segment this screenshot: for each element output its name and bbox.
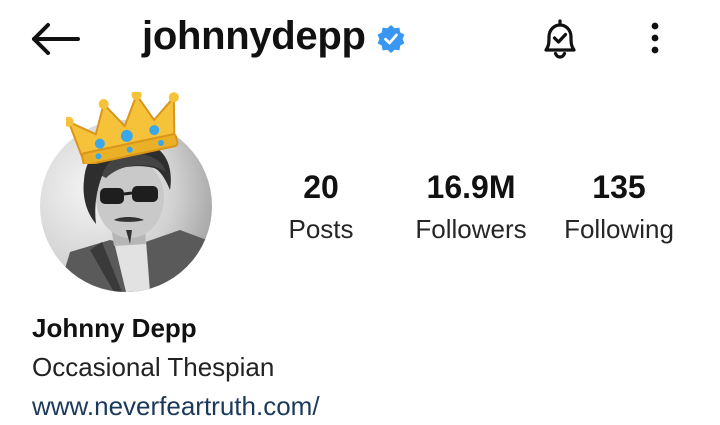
following-label: Following [564,214,674,244]
followers-stat[interactable]: 16.9M Followers [406,168,536,246]
username-area: johnnydepp [142,14,406,59]
profile-header: johnnydepp [0,0,720,80]
following-count: 135 [592,169,646,205]
more-options-icon[interactable] [640,18,670,58]
following-stat[interactable]: 135 Following [552,168,686,246]
posts-stat[interactable]: 20 Posts [276,168,366,246]
avatar-container [38,92,216,292]
profile-bio: Occasional Thespian [32,352,275,382]
followers-label: Followers [415,214,527,244]
crown-icon [66,92,179,164]
profile-website-link[interactable]: www.neverfeartruth.com/ [32,391,320,422]
profile-full-name: Johnny Depp [32,313,197,343]
followers-count: 16.9M [426,169,516,205]
notification-bell-icon[interactable] [536,15,584,63]
posts-label: Posts [288,214,354,244]
username: johnnydepp [142,14,366,58]
back-arrow-icon[interactable] [30,22,82,56]
posts-count: 20 [303,169,339,205]
verified-badge-icon [377,24,405,53]
